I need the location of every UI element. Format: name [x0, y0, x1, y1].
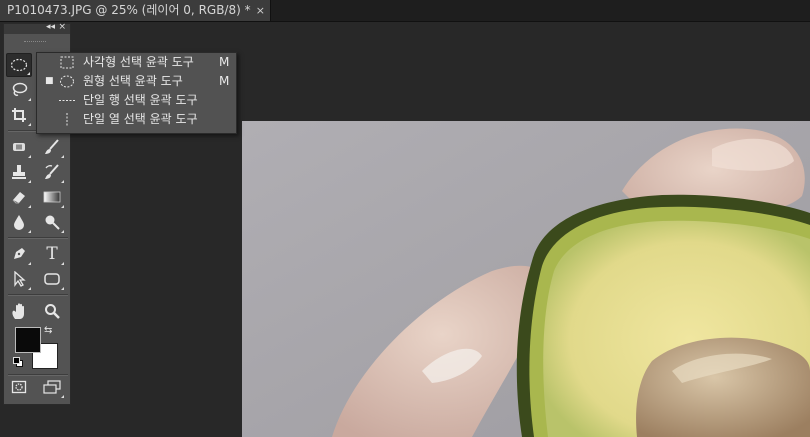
- bandage-icon: [13, 143, 25, 151]
- flyout-item-shortcut: M: [219, 55, 230, 69]
- spot-healing-tool[interactable]: [6, 135, 32, 159]
- swap-colors-icon[interactable]: ⇆: [44, 325, 52, 336]
- close-panel-icon[interactable]: ×: [58, 22, 66, 32]
- quick-mask-icon: [11, 380, 27, 394]
- photo-avocado-in-hand: [242, 121, 810, 437]
- gradient-icon: [43, 191, 61, 203]
- tools-panel-header[interactable]: ◂◂ ×: [4, 22, 70, 34]
- zoom-tool[interactable]: [39, 299, 65, 323]
- dashed-row-icon: [59, 100, 75, 101]
- lasso-tool[interactable]: [6, 78, 32, 102]
- screen-mode-button[interactable]: [39, 375, 65, 399]
- rounded-rect-icon: [44, 273, 60, 285]
- eraser-tool[interactable]: [6, 185, 32, 209]
- history-brush-tool[interactable]: [39, 160, 65, 184]
- lasso-icon: [12, 82, 28, 96]
- dashed-column-icon: [66, 113, 68, 126]
- stamp-icon: [12, 165, 26, 179]
- document-tab-bar: P1010473.JPG @ 25% (레이어 0, RGB/8) * ×: [0, 0, 810, 22]
- crop-icon: [12, 108, 26, 122]
- brush-icon: [45, 139, 59, 154]
- flyout-item-label: 원형 선택 윤곽 도구: [83, 74, 183, 88]
- gradient-tool[interactable]: [39, 185, 65, 209]
- dashed-ellipse-icon: [60, 75, 74, 88]
- quick-mask-button[interactable]: [6, 375, 32, 399]
- hand-icon: [12, 303, 24, 319]
- dashed-ellipse-icon: [10, 58, 28, 72]
- foreground-color-swatch[interactable]: [15, 327, 41, 353]
- dodge-icon: [45, 215, 60, 230]
- toolbox-divider: [8, 237, 68, 239]
- document-tab-title: P1010473.JPG @ 25% (레이어 0, RGB/8) *: [7, 3, 251, 17]
- selected-bullet: ■: [45, 76, 54, 86]
- hand-tool[interactable]: [6, 299, 32, 323]
- marquee-tool-flyout-menu: 사각형 선택 윤곽 도구 M ■ 원형 선택 윤곽 도구 M 단일 행 선택 윤…: [36, 52, 237, 134]
- toolbox-divider: [8, 294, 68, 296]
- clone-stamp-tool[interactable]: [6, 160, 32, 184]
- shape-tool[interactable]: [39, 267, 65, 291]
- type-icon: T: [46, 244, 58, 264]
- panel-grip[interactable]: [24, 41, 46, 44]
- dodge-tool[interactable]: [39, 210, 65, 234]
- flyout-item-shortcut: M: [219, 74, 230, 88]
- history-brush-icon: [45, 164, 59, 179]
- flyout-item-single-row-marquee[interactable]: 단일 행 선택 윤곽 도구: [37, 91, 236, 110]
- eraser-icon: [12, 192, 25, 204]
- pen-tool[interactable]: [6, 242, 32, 266]
- default-colors-icon[interactable]: [13, 357, 23, 367]
- magnifier-icon: [45, 304, 60, 319]
- pen-icon: [14, 248, 25, 259]
- blur-tool[interactable]: [6, 210, 32, 234]
- flyout-item-rectangular-marquee[interactable]: 사각형 선택 윤곽 도구 M: [37, 53, 236, 72]
- flyout-item-label: 사각형 선택 윤곽 도구: [83, 55, 194, 69]
- flyout-item-single-column-marquee[interactable]: 단일 열 선택 윤곽 도구: [37, 110, 236, 129]
- screen-mode-icon: [43, 380, 61, 394]
- path-selection-tool[interactable]: [6, 267, 32, 291]
- elliptical-marquee-tool[interactable]: [6, 53, 32, 77]
- flyout-item-label: 단일 열 선택 윤곽 도구: [83, 112, 198, 126]
- drop-icon: [14, 215, 24, 230]
- close-tab-icon[interactable]: ×: [256, 0, 265, 21]
- document-tab[interactable]: P1010473.JPG @ 25% (레이어 0, RGB/8) * ×: [0, 0, 271, 21]
- collapse-panel-icon[interactable]: ◂◂: [46, 22, 55, 32]
- flyout-item-elliptical-marquee[interactable]: ■ 원형 선택 윤곽 도구 M: [37, 72, 236, 91]
- dashed-rectangle-icon: [60, 56, 74, 69]
- arrow-icon: [14, 271, 26, 287]
- type-tool[interactable]: T: [39, 242, 65, 266]
- document-canvas[interactable]: [242, 121, 810, 437]
- brush-tool[interactable]: [39, 135, 65, 159]
- crop-tool[interactable]: [6, 103, 32, 127]
- flyout-item-label: 단일 행 선택 윤곽 도구: [83, 93, 198, 107]
